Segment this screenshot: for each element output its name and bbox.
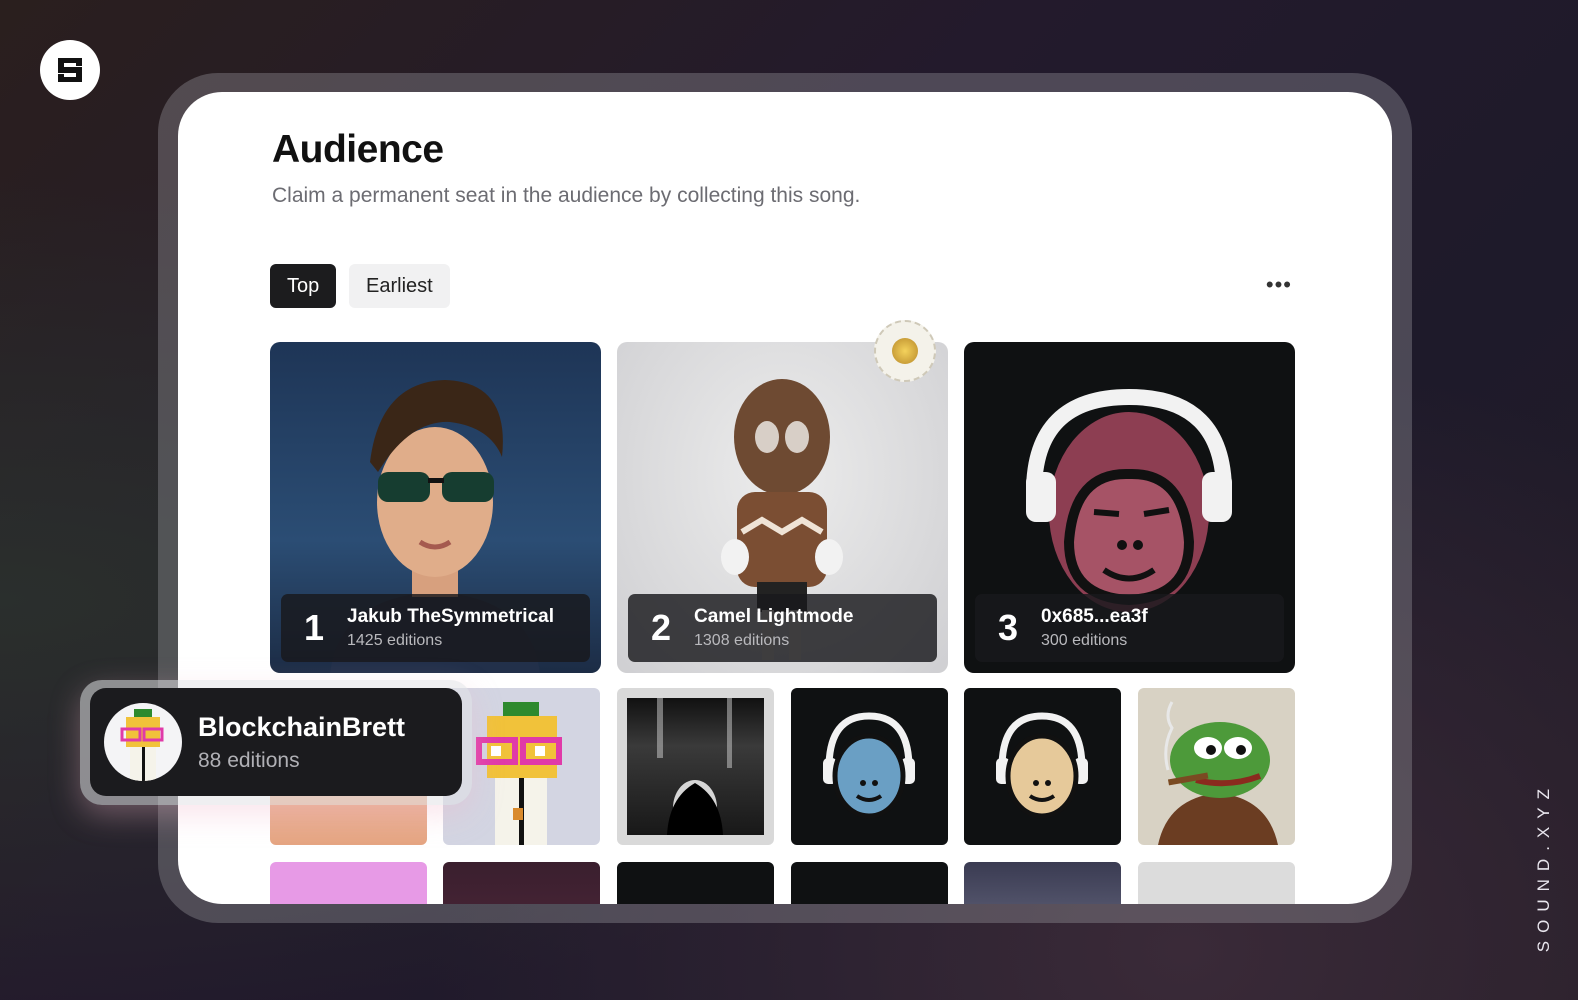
avatar-frog xyxy=(1158,701,1278,845)
page-subtitle: Claim a permanent seat in the audience b… xyxy=(272,184,861,207)
top-collector-card-1[interactable]: 1 Jakub TheSymmetrical 1425 editions xyxy=(270,342,601,673)
collector-tile[interactable] xyxy=(270,862,427,904)
golden-egg-badge-icon xyxy=(874,320,936,382)
collector-info-plate: 1 Jakub TheSymmetrical 1425 editions xyxy=(281,594,590,662)
brand-wordmark: SOUND.XYZ xyxy=(1534,780,1553,952)
rank-number: 2 xyxy=(650,607,672,648)
collector-tile[interactable] xyxy=(791,688,948,845)
avatar-dark-portrait xyxy=(657,698,732,836)
collector-name: Jakub TheSymmetrical xyxy=(347,606,554,627)
collector-tile[interactable] xyxy=(443,862,600,904)
collector-tile[interactable] xyxy=(964,688,1121,845)
top-collector-card-3[interactable]: 3 0x685...ea3f 300 editions xyxy=(964,342,1295,673)
collector-editions: 300 editions xyxy=(1041,632,1128,649)
tab-top[interactable]: Top xyxy=(270,264,337,308)
tooltip-collector-editions: 88 editions xyxy=(198,748,300,772)
collector-info-plate: 3 0x685...ea3f 300 editions xyxy=(975,594,1284,662)
rank-number: 1 xyxy=(303,607,325,648)
collector-tile[interactable] xyxy=(964,862,1121,904)
avatar-blue-monkey-headphones xyxy=(823,712,915,819)
collector-tile[interactable] xyxy=(617,688,774,845)
page-title: Audience xyxy=(272,128,444,171)
avatar-tan-monkey-headphones xyxy=(996,712,1088,819)
tab-earliest[interactable]: Earliest xyxy=(349,264,450,308)
avatar xyxy=(104,703,182,781)
avatar-pixel-pineapple xyxy=(120,709,164,781)
collector-name: 0x685...ea3f xyxy=(1041,606,1148,627)
rank-number: 3 xyxy=(997,607,1019,648)
tooltip-collector-name: BlockchainBrett xyxy=(198,711,406,742)
collector-info-plate: 2 Camel Lightmode 1308 editions xyxy=(628,594,937,662)
collector-editions: 1425 editions xyxy=(347,632,443,649)
collector-tile[interactable] xyxy=(617,862,774,904)
sound-logo-icon[interactable] xyxy=(40,40,100,100)
more-options-icon[interactable]: ••• xyxy=(1266,272,1292,298)
collector-editions: 1308 editions xyxy=(694,632,790,649)
collector-name: Camel Lightmode xyxy=(694,606,854,627)
collector-tile[interactable] xyxy=(1138,688,1295,845)
collector-tile[interactable] xyxy=(791,862,948,904)
collector-tile[interactable] xyxy=(1138,862,1295,904)
collector-tooltip[interactable]: BlockchainBrett 88 editions xyxy=(90,688,462,796)
top-collector-card-2[interactable]: 2 Camel Lightmode 1308 editions xyxy=(617,342,948,673)
